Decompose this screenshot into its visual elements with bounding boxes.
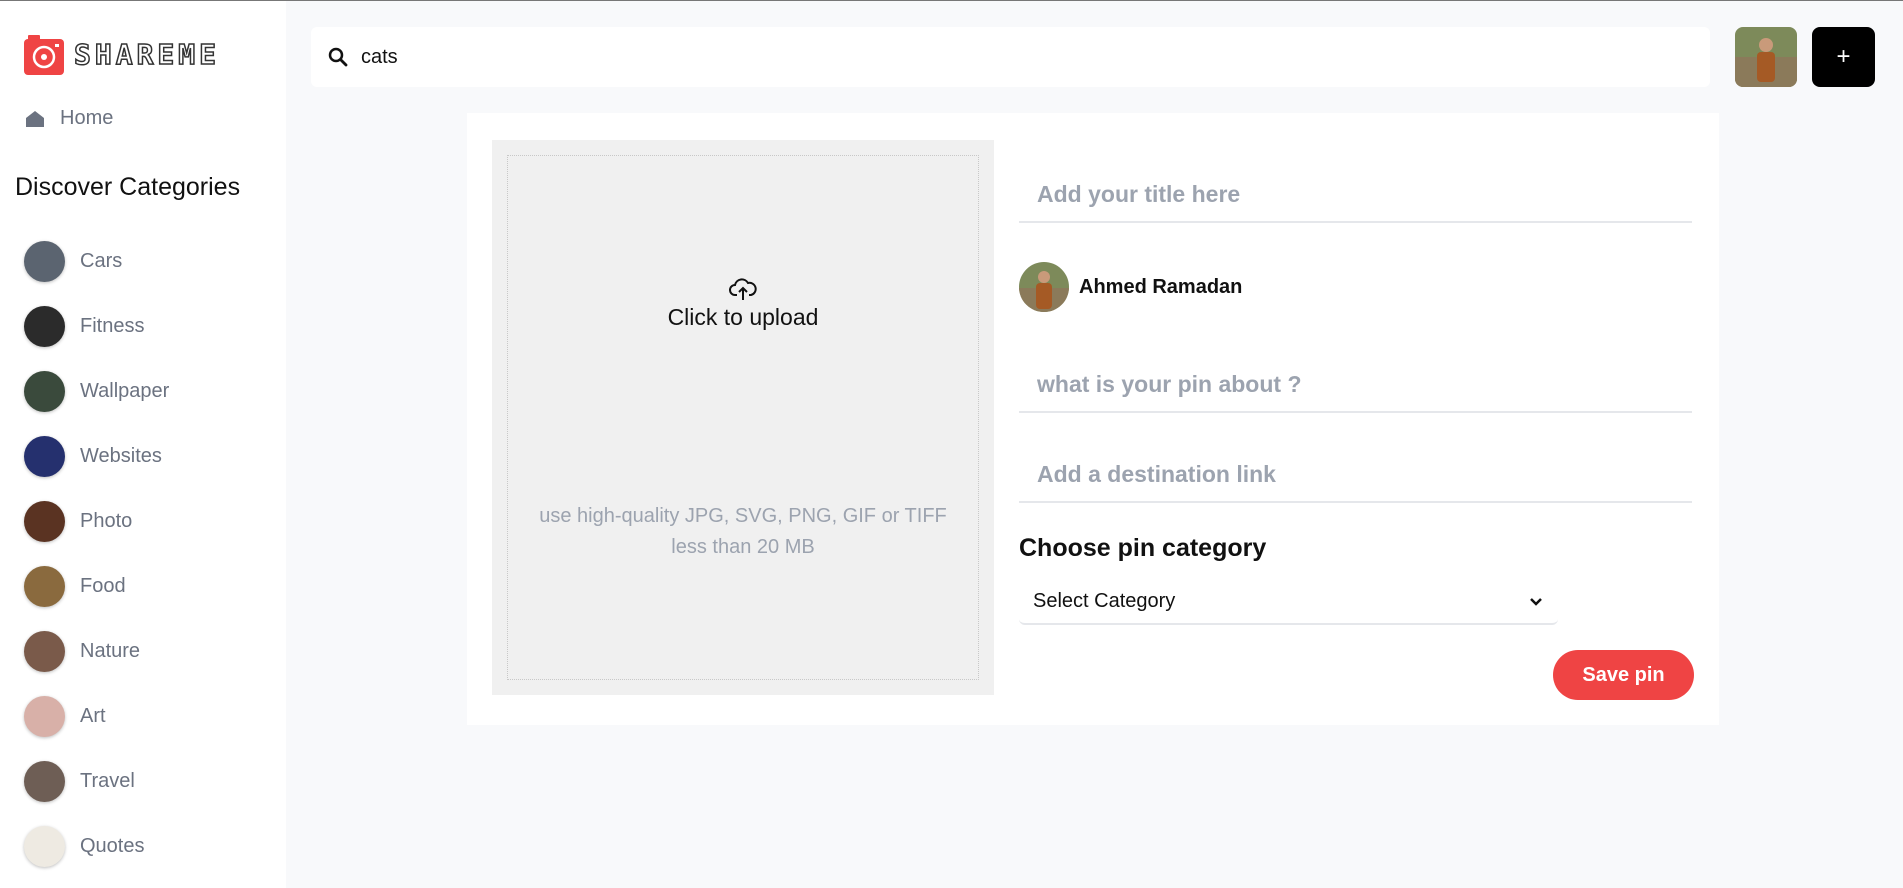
upload-area[interactable]: Click to upload use high-quality JPG, SV… — [492, 140, 994, 695]
user-photo — [1735, 27, 1797, 87]
upload-dropzone[interactable]: Click to upload use high-quality JPG, SV… — [507, 155, 979, 680]
category-heading: Choose pin category — [1019, 534, 1267, 562]
destination-link-input[interactable] — [1035, 460, 1692, 489]
title-input[interactable] — [1035, 180, 1692, 209]
sidebar-item-category[interactable]: Cars — [24, 229, 169, 294]
category-label: Travel — [80, 770, 135, 792]
category-label: Wallpaper — [80, 380, 170, 402]
destination-link-field[interactable] — [1019, 448, 1692, 503]
sidebar: SHAREME Home Discover Categories Cars Fi… — [0, 1, 286, 888]
cloud-upload-icon — [729, 278, 757, 300]
category-avatar — [24, 501, 65, 542]
sidebar-item-category[interactable]: Photo — [24, 489, 169, 554]
logo-text: SHAREME — [73, 38, 221, 71]
author-photo — [1019, 262, 1069, 312]
sidebar-item-category[interactable]: Food — [24, 554, 169, 619]
category-avatar — [24, 696, 65, 737]
category-label: Photo — [80, 510, 133, 532]
about-input[interactable] — [1035, 370, 1692, 399]
avatar — [1019, 262, 1069, 312]
category-label: Art — [80, 705, 106, 727]
category-avatar — [24, 371, 65, 412]
category-avatar — [24, 566, 65, 607]
about-field[interactable] — [1019, 358, 1692, 413]
search-icon — [328, 47, 348, 67]
sidebar-item-category[interactable]: Fitness — [24, 294, 169, 359]
category-avatar — [24, 826, 65, 867]
author-name: Ahmed Ramadan — [1079, 275, 1243, 298]
category-label: Quotes — [80, 835, 145, 857]
sidebar-item-home[interactable]: Home — [24, 107, 113, 130]
sidebar-item-label: Home — [60, 107, 114, 129]
user-avatar-button[interactable] — [1735, 27, 1797, 87]
sidebar-item-category[interactable]: Websites — [24, 424, 169, 489]
category-avatar — [24, 631, 65, 672]
category-avatar — [24, 306, 65, 347]
save-pin-button[interactable]: Save pin — [1553, 650, 1694, 700]
chevron-down-icon — [1530, 597, 1542, 606]
sidebar-item-category[interactable]: Nature — [24, 619, 169, 684]
discover-categories-heading: Discover Categories — [15, 173, 241, 201]
category-select[interactable]: Select Category — [1019, 580, 1558, 625]
author-row: Ahmed Ramadan — [1019, 262, 1242, 312]
title-field[interactable] — [1019, 168, 1692, 223]
sidebar-item-category[interactable]: Quotes — [24, 814, 169, 879]
category-list: Cars Fitness Wallpaper Websites Photo Fo… — [24, 229, 169, 879]
category-avatar — [24, 241, 65, 282]
category-avatar — [24, 761, 65, 802]
app-window: SHAREME Home Discover Categories Cars Fi… — [0, 0, 1903, 888]
camera-logo-icon — [24, 35, 64, 75]
search-bar[interactable] — [311, 27, 1710, 87]
sidebar-item-category[interactable]: Art — [24, 684, 169, 749]
upload-label: Click to upload — [667, 304, 819, 330]
category-label: Websites — [80, 445, 162, 467]
search-input[interactable] — [359, 44, 1659, 70]
create-pin-card: Click to upload use high-quality JPG, SV… — [467, 113, 1719, 725]
category-label: Cars — [80, 250, 123, 272]
add-pin-button[interactable]: + — [1812, 27, 1875, 87]
category-label: Food — [80, 575, 126, 597]
category-avatar — [24, 436, 65, 477]
upload-click-target[interactable]: Click to upload — [508, 276, 978, 331]
category-label: Nature — [80, 640, 141, 662]
sidebar-item-category[interactable]: Travel — [24, 749, 169, 814]
home-icon — [26, 110, 44, 127]
category-label: Fitness — [80, 315, 145, 337]
sidebar-item-category[interactable]: Wallpaper — [24, 359, 169, 424]
category-select-value: Select Category — [1033, 590, 1176, 612]
logo[interactable]: SHAREME — [24, 35, 220, 75]
upload-hint: use high-quality JPG, SVG, PNG, GIF or T… — [539, 505, 947, 558]
